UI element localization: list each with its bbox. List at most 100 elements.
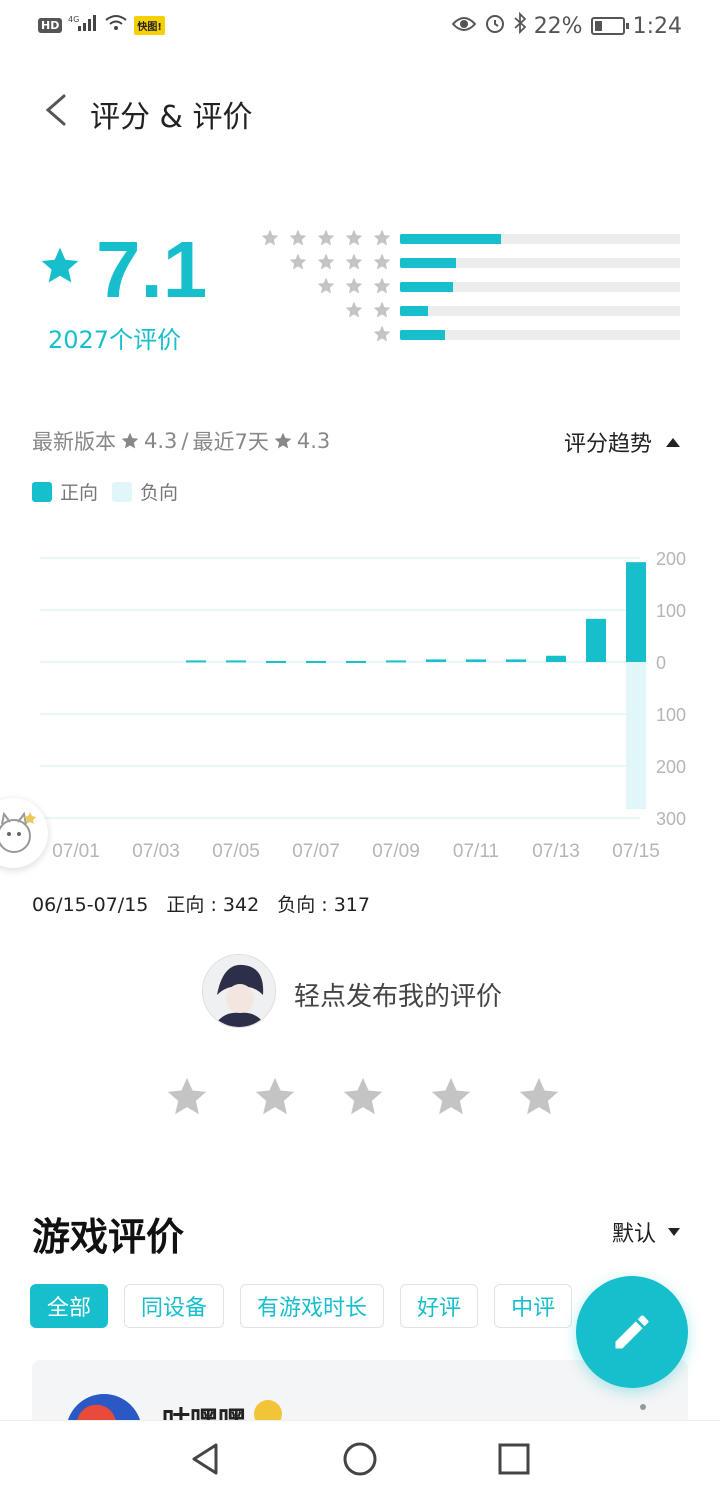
battery-percent: 22% (533, 13, 583, 39)
triangle-back-icon (192, 1443, 218, 1475)
latest-version-label: 最新版本 (32, 430, 116, 454)
x-tick-label: 07/05 (212, 841, 260, 862)
square-recents-icon (498, 1443, 530, 1475)
filter-chip-playtime[interactable]: 有游戏时长 (240, 1284, 385, 1328)
nav-recents-button[interactable] (494, 1439, 534, 1479)
filter-chip-neutral[interactable]: 中评 (494, 1284, 573, 1328)
triangle-up-icon (666, 437, 680, 447)
separator: / (181, 429, 189, 453)
positive-bar-07-05 (226, 660, 246, 663)
distribution-stars (316, 276, 392, 296)
top-bar: 评分 & 评价 (0, 80, 720, 144)
sort-label: 默认 (611, 1222, 656, 1247)
floating-helper-button[interactable] (0, 798, 48, 868)
rate-star-2-icon[interactable] (252, 1074, 298, 1120)
rate-star-5-icon[interactable] (516, 1074, 562, 1120)
wifi-icon (104, 14, 128, 36)
y-tick-label: 100 (656, 705, 686, 725)
distribution-bar-fill (400, 282, 454, 292)
star-icon (345, 277, 363, 294)
chart-legend: 正向 负向 (32, 478, 178, 505)
distribution-row-5-star (256, 228, 686, 250)
distribution-bar-track (400, 234, 680, 244)
star-icon (373, 277, 391, 294)
positive-bar-07-13 (546, 655, 566, 662)
rate-star-3-icon[interactable] (340, 1074, 386, 1120)
star-icon (317, 229, 335, 246)
legend-negative-swatch (112, 481, 133, 502)
avatar-image (203, 955, 275, 1027)
positive-bar-07-07 (306, 660, 326, 663)
period-positive: 正向 : 342 (166, 894, 260, 916)
nav-back-button[interactable] (186, 1439, 226, 1479)
trend-label: 评分趋势 (563, 432, 652, 457)
distribution-row-2-star (256, 300, 686, 322)
write-review-button[interactable] (576, 1276, 688, 1388)
distribution-bar-fill (400, 258, 456, 268)
rate-star-4-icon[interactable] (428, 1074, 474, 1120)
latest-version-score: 4.3 (144, 429, 178, 453)
my-avatar[interactable] (202, 954, 276, 1028)
distribution-bar-fill (400, 330, 445, 340)
positive-bar-07-14 (586, 618, 606, 662)
status-right: 22% 1:24 (451, 11, 682, 40)
legend-positive-label: 正向 (60, 482, 99, 504)
post-review-prompt[interactable]: 轻点发布我的评价 (294, 976, 502, 1013)
recent-label: 最近7天 (192, 430, 269, 454)
my-rating-stars (164, 1074, 562, 1120)
star-icon (373, 253, 391, 270)
distribution-row-1-star (256, 324, 686, 346)
distribution-stars (260, 228, 392, 248)
y-tick-label: 200 (656, 757, 686, 777)
battery-icon (590, 17, 629, 35)
distribution-bar-track (400, 330, 680, 340)
positive-bar-07-12 (506, 659, 526, 662)
period-range: 06/15-07/15 (32, 894, 149, 916)
cat-icon (0, 811, 36, 853)
rating-distribution (256, 228, 686, 348)
star-icon (289, 253, 307, 270)
distribution-bar-fill (400, 306, 428, 316)
y-tick-label: 300 (656, 809, 686, 829)
star-icon (345, 253, 363, 270)
star-icon (317, 253, 335, 270)
star-icon (373, 325, 391, 342)
filter-chip-same-device[interactable]: 同设备 (124, 1284, 225, 1328)
status-left: HD 4G 快图! (38, 14, 165, 36)
filter-chips: 全部 同设备 有游戏时长 好评 中评 (30, 1284, 573, 1328)
trend-toggle[interactable]: 评分趋势 (564, 426, 680, 458)
rating-count: 2027个评价 (48, 326, 182, 354)
nav-home-button[interactable] (340, 1439, 380, 1479)
distribution-stars (372, 324, 392, 344)
period-negative: 负向 : 317 (277, 894, 370, 916)
x-tick-label: 07/15 (612, 841, 660, 862)
back-button[interactable] (36, 88, 80, 132)
positive-bar-07-15 (626, 562, 646, 662)
circle-home-icon (343, 1442, 377, 1476)
star-icon (345, 229, 363, 246)
sort-dropdown[interactable]: 默认 (612, 1216, 680, 1248)
y-tick-label: 100 (656, 601, 686, 621)
star-icon (289, 229, 307, 246)
y-tick-label: 0 (656, 653, 666, 673)
positive-bar-07-09 (386, 660, 406, 663)
filter-chip-all[interactable]: 全部 (30, 1284, 109, 1328)
star-icon (373, 301, 391, 318)
system-nav-bar (0, 1420, 720, 1496)
filter-chip-positive[interactable]: 好评 (400, 1284, 479, 1328)
rating-trend-chart: 200 100 0 100 200 300 07/01 07/03 07/05 07/07 07/0… (40, 549, 686, 862)
more-options-icon[interactable] (640, 1404, 646, 1410)
chevron-left-icon (45, 94, 66, 126)
x-tick-label: 07/11 (453, 841, 499, 862)
signal-icon: 4G (68, 14, 98, 36)
bluetooth-icon (514, 11, 526, 40)
star-icon (121, 432, 139, 449)
positive-bar-07-11 (466, 659, 486, 662)
x-tick-label: 07/07 (292, 841, 340, 862)
positive-bar-07-04 (186, 660, 206, 663)
rate-star-1-icon[interactable] (164, 1074, 210, 1120)
distribution-row-3-star (256, 276, 686, 298)
distribution-bar-track (400, 306, 680, 316)
star-icon (317, 277, 335, 294)
star-icon (345, 301, 363, 318)
